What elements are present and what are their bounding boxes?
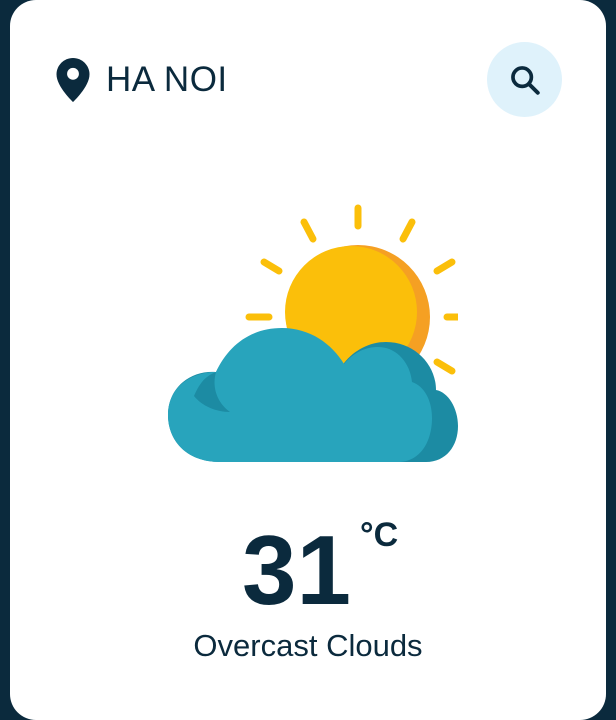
search-button[interactable] xyxy=(487,42,562,117)
weather-card: HA NOI 31 °C Overcast Clouds xyxy=(10,0,606,720)
temperature-value: 31 xyxy=(242,515,352,625)
search-icon xyxy=(510,65,540,95)
location-header: HA NOI xyxy=(56,58,228,102)
map-pin-icon xyxy=(56,58,90,102)
city-name: HA NOI xyxy=(106,60,228,99)
temperature-unit: °C xyxy=(360,516,399,554)
weather-description: Overcast Clouds xyxy=(193,628,423,663)
partly-cloudy-sun-icon xyxy=(168,204,458,462)
temperature-display: 31 °C xyxy=(10,515,606,625)
